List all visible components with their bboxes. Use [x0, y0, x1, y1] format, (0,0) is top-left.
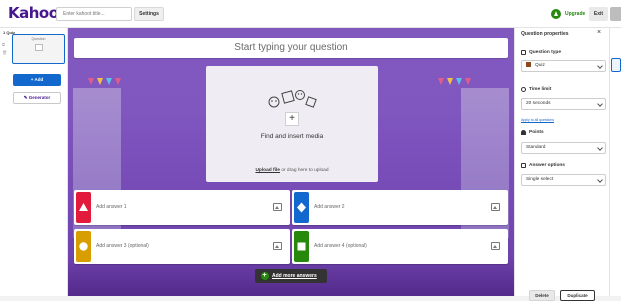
slide-sidebar: 1 Quiz ⧉ 🗑 Question + Add ✎ Generator: [0, 28, 68, 296]
properties-tab-icon[interactable]: [611, 58, 621, 72]
add-more-icon: [261, 269, 269, 283]
time-limit-value: 20 seconds: [526, 101, 551, 106]
question-type-select[interactable]: Quiz: [521, 60, 606, 72]
answer-4-swatch: [294, 231, 309, 262]
add-image-icon[interactable]: [273, 203, 282, 211]
kahoot-title-input[interactable]: [56, 7, 132, 21]
chevron-down-icon: [597, 177, 603, 183]
add-image-icon[interactable]: [273, 242, 282, 250]
top-bar: Kahoot! Settings Upgrade Exit: [0, 0, 621, 28]
circle-icon: [79, 242, 88, 251]
answer-4-input[interactable]: Add answer 4 (optional): [314, 229, 367, 264]
delete-slide-icon[interactable]: 🗑: [2, 50, 7, 55]
answer-1[interactable]: Add answer 1: [74, 190, 290, 225]
properties-title: Question properties: [521, 31, 569, 37]
question-type-label: Question type: [521, 50, 561, 55]
upgrade-icon: [551, 9, 561, 19]
trophy-icon: [521, 130, 526, 135]
slide-thumbnail-title: Question: [31, 37, 46, 41]
answer-3-input[interactable]: Add answer 3 (optional): [96, 229, 149, 264]
media-dropzone[interactable]: + Find and insert media Upload file or d…: [206, 66, 378, 182]
answer-2-swatch: [294, 192, 309, 223]
points-label-text: Points: [529, 130, 544, 135]
media-illustration-icon: [268, 90, 317, 108]
answer-3-swatch: [76, 231, 91, 262]
chevron-down-icon: [597, 63, 603, 69]
insert-media-plus-icon[interactable]: +: [285, 112, 299, 126]
upgrade-label: Upgrade: [565, 11, 586, 17]
time-limit-label: Time limit: [521, 87, 551, 92]
add-more-answers-button[interactable]: Add more answers: [255, 269, 327, 283]
answer-4[interactable]: Add answer 4 (optional): [292, 229, 508, 264]
points-label: Points: [521, 130, 544, 135]
generator-label: Generator: [28, 95, 51, 100]
question-type-label-text: Question type: [529, 50, 561, 55]
add-image-icon[interactable]: [491, 242, 500, 250]
add-question-button[interactable]: + Add: [13, 74, 61, 86]
question-type-value: Quiz: [535, 63, 545, 68]
media-label: Find and insert media: [260, 133, 324, 140]
upgrade-button[interactable]: Upgrade: [551, 8, 585, 20]
upload-file-link[interactable]: Upload file: [255, 168, 280, 173]
answer-options-icon: [521, 163, 526, 168]
answer-options-value: Single select: [526, 177, 554, 182]
clock-icon: [521, 87, 526, 92]
answer-1-input[interactable]: Add answer 1: [96, 190, 127, 225]
answer-2[interactable]: Add answer 2: [292, 190, 508, 225]
time-limit-label-text: Time limit: [529, 87, 552, 92]
upload-hint-suffix: or drag here to upload: [279, 168, 329, 173]
background-bunting: [88, 78, 138, 98]
answer-3[interactable]: Add answer 3 (optional): [74, 229, 290, 264]
exit-button[interactable]: Exit: [589, 7, 608, 21]
question-input[interactable]: Start typing your question: [74, 38, 508, 58]
duplicate-slide-icon[interactable]: ⧉: [2, 42, 5, 47]
add-image-icon[interactable]: [491, 203, 500, 211]
points-select[interactable]: Standard: [521, 142, 606, 154]
themes-icon[interactable]: [612, 32, 620, 44]
answer-options-select[interactable]: Single select: [521, 174, 606, 186]
points-value: Standard: [526, 145, 546, 150]
question-properties-panel: Question properties × Question type Quiz…: [514, 28, 609, 301]
square-icon: [297, 242, 306, 251]
right-tool-strip: [609, 28, 621, 296]
chevron-down-icon: [597, 101, 603, 107]
add-more-answers-label: Add more answers: [272, 273, 317, 279]
upload-hint: Upload file or drag here to upload: [206, 168, 378, 173]
settings-button[interactable]: Settings: [134, 7, 164, 21]
answer-options-label-text: Answer options: [529, 163, 565, 168]
triangle-icon: [79, 203, 88, 211]
answer-2-input[interactable]: Add answer 2: [314, 190, 345, 225]
generator-button[interactable]: ✎ Generator: [13, 92, 61, 104]
background-bunting: [438, 78, 488, 98]
quiz-icon: [526, 62, 531, 68]
save-button[interactable]: [610, 7, 621, 21]
question-type-icon: [521, 50, 526, 55]
time-limit-select[interactable]: 20 seconds: [521, 98, 606, 110]
slide-thumbnail-image-icon: [35, 44, 43, 51]
answer-1-swatch: [76, 192, 91, 223]
slide-thumbnail[interactable]: Question: [12, 34, 65, 64]
apply-all-link[interactable]: Apply to all questions: [521, 118, 554, 122]
answer-options-label: Answer options: [521, 163, 565, 168]
chevron-down-icon: [597, 145, 603, 151]
close-icon[interactable]: ×: [597, 29, 601, 36]
diamond-icon: [297, 202, 306, 213]
